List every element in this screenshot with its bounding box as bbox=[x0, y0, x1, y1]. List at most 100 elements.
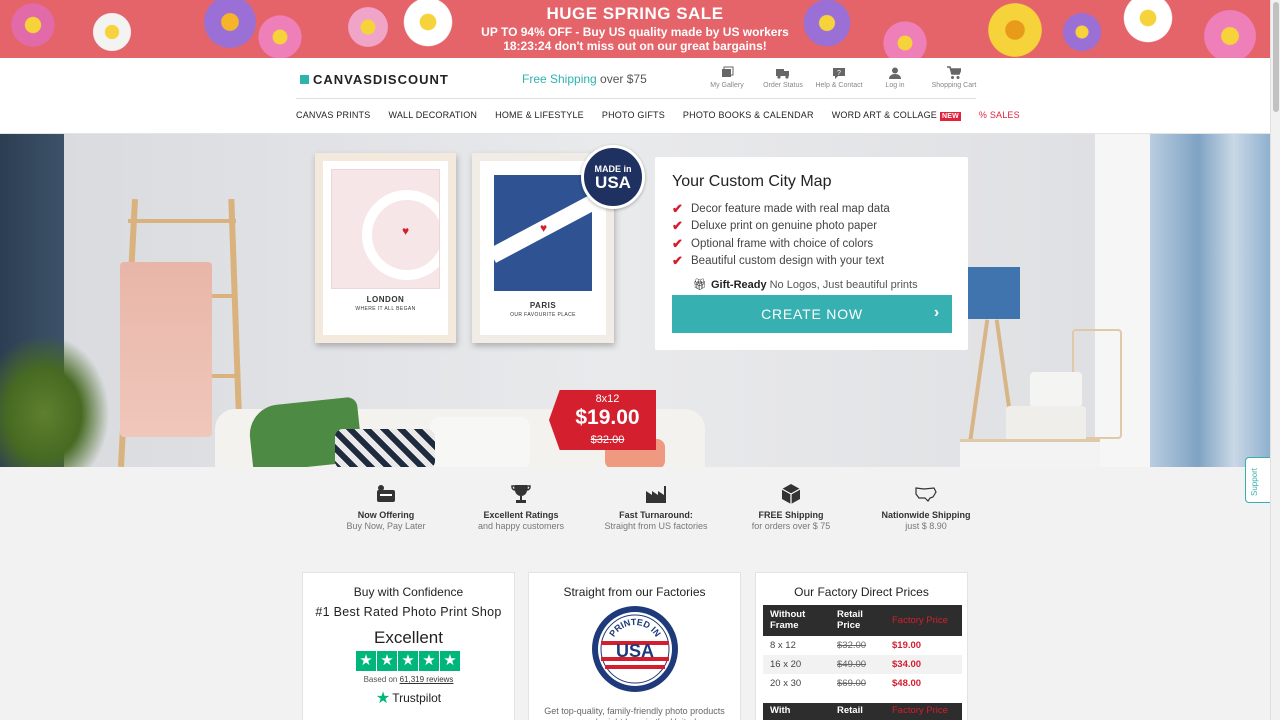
gift-ready-line: 🎁︎ Gift-Ready No Logos, Just beautiful pri… bbox=[693, 278, 918, 292]
nav-photo-books-calendar[interactable]: PHOTO BOOKS & CALENDAR bbox=[683, 110, 814, 120]
paris-caption: PARIS OUR FAVOURITE PLACE bbox=[480, 301, 606, 318]
promo-countdown-line: 18:23:24 don't miss out on our great bar… bbox=[0, 39, 1270, 53]
gift-ready-text: No Logos, Just beautiful prints bbox=[769, 278, 918, 291]
truck-icon bbox=[776, 69, 789, 79]
factories-description: Get top-quality, family-friendly photo p… bbox=[544, 706, 725, 720]
support-label: Support bbox=[1250, 467, 1259, 496]
cart-icon bbox=[947, 66, 961, 79]
london-map-art bbox=[331, 169, 440, 289]
promo-subtitle: UP TO 94% OFF - Buy US quality made by U… bbox=[481, 25, 789, 39]
feature-bullet: ✔ Deluxe print on genuine photo paper bbox=[672, 218, 890, 236]
prices-heading: Our Factory Direct Prices bbox=[794, 585, 929, 599]
price-tag-old-price: $32.00 bbox=[590, 434, 625, 446]
feature-text: Decor feature made with real map data bbox=[691, 202, 890, 215]
site-header: CANVASDISCOUNT Free Shipping over $75 My… bbox=[0, 58, 1270, 134]
pay-later-icon bbox=[377, 485, 395, 502]
star-rating: ★ ★ ★ ★ ★ bbox=[303, 651, 514, 671]
hero-pillow bbox=[430, 417, 530, 467]
price-tag-size: 8x12 bbox=[595, 393, 620, 405]
hero-pillow bbox=[335, 429, 435, 467]
features-row: Now Offering Buy Now, Pay Later Excellen… bbox=[320, 482, 995, 531]
reviews-link[interactable]: 61,319 reviews bbox=[400, 675, 454, 684]
support-tab[interactable]: Support bbox=[1245, 457, 1270, 503]
gift-ready-label: Gift-Ready bbox=[710, 278, 767, 291]
shopping-cart-link[interactable]: Shopping Cart bbox=[924, 66, 984, 89]
gallery-icon bbox=[722, 66, 734, 77]
site-logo[interactable]: CANVASDISCOUNT bbox=[300, 72, 449, 87]
hero-ladder-rung bbox=[128, 219, 236, 223]
review-count-line: Based on 61,319 reviews bbox=[303, 675, 514, 684]
seal-line2: USA bbox=[595, 173, 631, 192]
col-header-size: With bbox=[763, 703, 830, 720]
countdown-timer: 18:23:24 bbox=[503, 39, 552, 53]
create-now-label: CREATE NOW bbox=[761, 306, 863, 322]
cell-size: 8 x 12 bbox=[770, 640, 796, 651]
custom-map-title: Your Custom City Map bbox=[672, 173, 832, 190]
star-icon: ★ bbox=[398, 651, 418, 671]
hero-side-table bbox=[960, 439, 1100, 467]
confidence-heading: Buy with Confidence bbox=[353, 585, 464, 599]
create-now-button[interactable]: CREATE NOW › bbox=[672, 295, 952, 333]
star-icon: ★ bbox=[419, 651, 439, 671]
cell-factory: $19.00 bbox=[892, 640, 922, 651]
feature-subtitle: Buy Now, Pay Later bbox=[346, 521, 426, 531]
factories-heading: Straight from our Factories bbox=[563, 585, 706, 599]
map-river bbox=[362, 190, 439, 280]
price-tag[interactable]: 8x12 $19.00 $32.00 bbox=[549, 390, 656, 450]
prices-table-framed: With Retail Factory Price bbox=[763, 703, 962, 720]
cell-retail: $32.00 bbox=[837, 640, 867, 651]
help-contact-link[interactable]: ? Help & Contact bbox=[812, 66, 866, 89]
check-icon: ✔ bbox=[672, 200, 683, 216]
help-icon: ? bbox=[833, 68, 845, 79]
trustpilot-logo[interactable]: ★ Trustpilot bbox=[303, 688, 514, 708]
hero-lamp-shade bbox=[968, 267, 1020, 319]
package-icon bbox=[781, 484, 801, 504]
review-count-prefix: Based on bbox=[363, 675, 400, 684]
nav-wall-decoration[interactable]: WALL DECORATION bbox=[388, 110, 477, 120]
scrollbar-thumb[interactable] bbox=[1273, 2, 1279, 112]
feature-subtitle: Straight from US factories bbox=[604, 521, 708, 531]
hero-storage-box bbox=[1006, 406, 1086, 442]
login-link[interactable]: Log in bbox=[868, 66, 922, 89]
header-divider bbox=[296, 98, 976, 99]
price-tag-price: $19.00 bbox=[575, 406, 640, 429]
table-row: 20 x 30 $69.00 $48.00 bbox=[763, 674, 962, 693]
cell-factory: $34.00 bbox=[885, 655, 962, 674]
nav-photo-gifts[interactable]: PHOTO GIFTS bbox=[602, 110, 665, 120]
feature-subtitle: just $ 8.90 bbox=[905, 521, 947, 531]
nav-canvas-prints[interactable]: CANVAS PRINTS bbox=[296, 110, 370, 120]
my-gallery-link[interactable]: My Gallery bbox=[700, 66, 754, 89]
promo-banner[interactable]: HUGE SPRING SALE UP TO 94% OFF - Buy US … bbox=[0, 0, 1270, 58]
header-icons: My Gallery Order Status ? Help & Contact… bbox=[700, 66, 986, 89]
my-gallery-label: My Gallery bbox=[710, 82, 744, 89]
promo-countdown-text: don't miss out on our great bargains! bbox=[551, 39, 767, 53]
new-badge: NEW bbox=[939, 112, 961, 121]
col-header-retail: Retail bbox=[830, 703, 885, 720]
seal-main-text: USA bbox=[615, 641, 653, 661]
feature-free-shipping: FREE Shipping for orders over $ 75 bbox=[725, 482, 857, 531]
order-status-link[interactable]: Order Status bbox=[756, 66, 810, 89]
hero-curtain-right bbox=[1150, 134, 1270, 467]
nav-home-lifestyle[interactable]: HOME & LIFESTYLE bbox=[495, 110, 584, 120]
page-scrollbar[interactable] bbox=[1270, 0, 1280, 720]
feature-subtitle: and happy customers bbox=[477, 521, 565, 531]
printed-in-usa-seal: PRINTED IN USA bbox=[591, 606, 678, 692]
gift-icon: 🎁︎ bbox=[693, 279, 707, 291]
prices-card: Our Factory Direct Prices Without Frame … bbox=[755, 572, 968, 720]
prices-table-unframed: Without Frame Retail Price Factory Price… bbox=[763, 605, 962, 693]
feature-title: Nationwide Shipping bbox=[881, 510, 971, 520]
chevron-right-icon: › bbox=[933, 304, 940, 321]
check-icon: ✔ bbox=[672, 253, 683, 269]
star-icon: ★ bbox=[377, 651, 397, 671]
nav-word-art-collage[interactable]: WORD ART & COLLAGE NEW bbox=[832, 110, 961, 121]
paris-subtitle: OUR FAVOURITE PLACE bbox=[510, 312, 576, 318]
trustpilot-label: Trustpilot bbox=[392, 691, 442, 705]
feature-title: Fast Turnaround: bbox=[619, 510, 693, 520]
nav-sales[interactable]: % SALES bbox=[979, 110, 1020, 120]
rating-word: Excellent bbox=[374, 628, 443, 647]
london-map-frame[interactable]: ♥ LONDON WHERE IT ALL BEGAN bbox=[315, 153, 456, 343]
cell-size: 20 x 30 bbox=[770, 678, 802, 689]
promo-title: HUGE SPRING SALE bbox=[546, 4, 724, 23]
feature-ratings: Excellent Ratings and happy customers bbox=[455, 482, 587, 531]
feature-bullet: ✔ Optional frame with choice of colors bbox=[672, 235, 890, 253]
